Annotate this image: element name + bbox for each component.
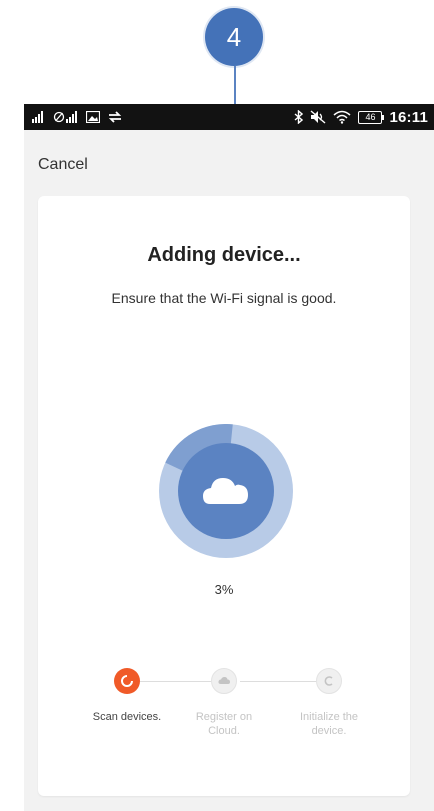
step-dot-register bbox=[211, 668, 237, 694]
cancel-button[interactable]: Cancel bbox=[38, 156, 88, 174]
page-title: Adding device... bbox=[147, 244, 301, 266]
battery-level: 46 bbox=[365, 111, 376, 122]
setup-steps: Scan devices. Register on Cloud. Initial… bbox=[38, 668, 410, 748]
step-label-scan: Scan devices. bbox=[92, 711, 162, 723]
image-icon bbox=[86, 110, 100, 124]
bluetooth-icon bbox=[294, 110, 304, 124]
cloud-small-icon bbox=[218, 677, 230, 684]
status-time: 16:11 bbox=[389, 108, 428, 126]
no-signal-icon bbox=[53, 110, 79, 124]
step-pointer-line bbox=[234, 66, 236, 104]
step-register-cloud: Register on Cloud. bbox=[179, 668, 269, 738]
adding-device-card: Adding device... Ensure that the Wi-Fi s… bbox=[38, 196, 410, 796]
init-icon bbox=[324, 676, 333, 686]
scan-icon bbox=[121, 675, 133, 687]
status-bar: 46 16:11 bbox=[24, 104, 434, 130]
step-label-initialize: Initialize the device. bbox=[299, 711, 359, 737]
screenshot-root: 4 46 16:11 Cancel Adding device... Ensur… bbox=[0, 0, 434, 811]
wifi-icon bbox=[333, 110, 351, 124]
sync-icon bbox=[107, 110, 123, 124]
status-left bbox=[32, 110, 123, 124]
progress-ring-graphic bbox=[159, 423, 293, 558]
battery-icon: 46 bbox=[358, 110, 385, 124]
step-number-badge: 4 bbox=[205, 8, 263, 66]
step-dot-scan bbox=[114, 668, 140, 694]
phone-screen: 46 16:11 Cancel Adding device... Ensure … bbox=[24, 104, 434, 811]
progress-ring bbox=[159, 423, 293, 558]
step-initialize-device: Initialize the device. bbox=[284, 668, 374, 738]
step-scan-devices: Scan devices. bbox=[82, 668, 172, 724]
status-right: 46 16:11 bbox=[294, 109, 428, 126]
signal-icon bbox=[32, 110, 46, 124]
page-subtitle: Ensure that the Wi-Fi signal is good. bbox=[111, 290, 337, 306]
step-dot-initialize bbox=[316, 668, 342, 694]
step-number: 4 bbox=[226, 21, 242, 52]
step-label-register: Register on Cloud. bbox=[195, 711, 253, 737]
mute-icon bbox=[310, 110, 326, 124]
progress-percent: 3% bbox=[214, 582, 234, 597]
